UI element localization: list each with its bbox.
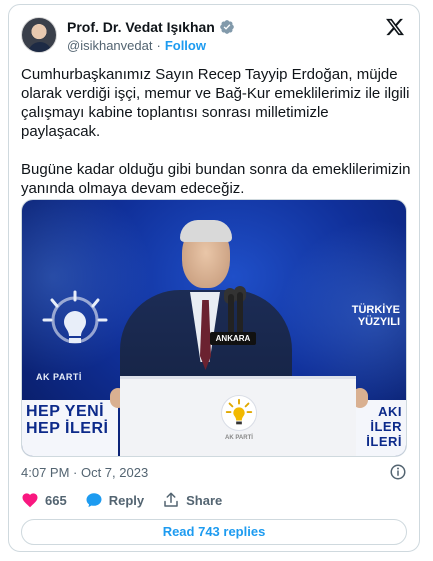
tweet-meta: 4:07 PM · Oct 7, 2023 bbox=[21, 463, 407, 483]
speaker-hair bbox=[180, 220, 232, 242]
follow-button[interactable]: Follow bbox=[165, 38, 206, 53]
reply-label: Reply bbox=[108, 492, 145, 508]
x-logo-icon[interactable] bbox=[385, 17, 405, 37]
like-button[interactable]: 665 bbox=[21, 491, 67, 509]
right-banner-text: TÜRKİYE YÜZYILI bbox=[352, 304, 400, 328]
tweet-paragraph-2: Bugüne kadar olduğu gibi bundan sonra da… bbox=[21, 161, 411, 197]
read-replies-button[interactable]: Read 743 replies bbox=[21, 519, 407, 545]
slogan-line-1: HEP YENİ bbox=[26, 403, 105, 420]
verified-badge-icon bbox=[219, 19, 235, 35]
tweet-header: Prof. Dr. Vedat Işıkhan @isikhanvedat · … bbox=[21, 17, 407, 57]
share-button[interactable]: Share bbox=[162, 491, 222, 509]
info-icon[interactable] bbox=[389, 463, 407, 481]
slogan-right-line-2: İLER bbox=[370, 419, 402, 434]
author-handle[interactable]: @isikhanvedat bbox=[67, 38, 152, 53]
tweet-paragraph-1: Cumhurbaşkanımız Sayın Recep Tayyip Erdo… bbox=[21, 66, 410, 140]
tweet-text: Cumhurbaşkanımız Sayın Recep Tayyip Erdo… bbox=[21, 65, 411, 217]
tweet-timestamp[interactable]: 4:07 PM · Oct 7, 2023 bbox=[21, 465, 148, 480]
tweet-card: Prof. Dr. Vedat Işıkhan @isikhanvedat · … bbox=[8, 4, 420, 552]
author-name-row: Prof. Dr. Vedat Işıkhan bbox=[67, 19, 235, 35]
right-banner-line-2: YÜZYILI bbox=[357, 316, 400, 328]
author-name[interactable]: Prof. Dr. Vedat Işıkhan bbox=[67, 19, 215, 35]
heart-icon bbox=[21, 491, 39, 509]
speech-bubble-icon bbox=[85, 491, 103, 509]
podium-bulb-logo bbox=[221, 395, 257, 431]
author-handle-row: @isikhanvedat · Follow bbox=[67, 38, 206, 53]
author-avatar[interactable] bbox=[21, 17, 57, 53]
tweet-actions: 665 Reply Share bbox=[21, 489, 407, 511]
separator-dot: · bbox=[156, 38, 161, 53]
slogan-sign-left: HEP YENİ HEP İLERİ bbox=[22, 400, 118, 456]
podium-location-tag: ANKARA bbox=[210, 332, 256, 345]
slogan-sign-right: AKI İLER İLERİ bbox=[352, 400, 406, 456]
right-banner-line-1: TÜRKİYE bbox=[351, 304, 400, 316]
podium: AK PARTİ bbox=[120, 376, 356, 456]
ak-parti-bulb-logo-left bbox=[42, 290, 108, 344]
left-logo-caption: AK PARTİ bbox=[36, 372, 82, 382]
tweet-photo[interactable]: AK PARTİ TÜRKİYE YÜZYILI HEP YENİ HEP İL… bbox=[21, 199, 407, 457]
podium-logo-caption: AK PARTİ bbox=[225, 435, 253, 441]
like-count: 665 bbox=[45, 492, 67, 508]
slogan-right-line-3: İLERİ bbox=[366, 434, 402, 449]
share-label: Share bbox=[186, 492, 223, 508]
slogan-line-2: HEP İLERİ bbox=[26, 420, 109, 437]
reply-button[interactable]: Reply bbox=[85, 491, 144, 509]
share-upload-icon bbox=[162, 491, 180, 509]
